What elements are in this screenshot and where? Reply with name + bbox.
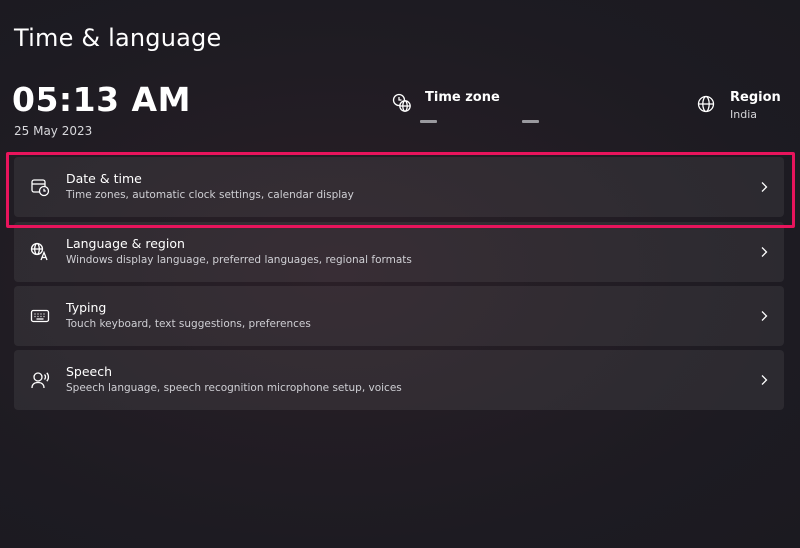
language-icon	[30, 242, 48, 261]
typing-title: Typing	[66, 300, 107, 315]
page-title: Time & language	[14, 24, 222, 52]
globe-clock-icon	[392, 93, 411, 112]
speech-title: Speech	[66, 364, 113, 379]
region-label: Region	[730, 90, 781, 105]
chevron-right-icon	[761, 182, 768, 192]
keyboard-icon	[30, 309, 50, 323]
clock-time: 05:13 AM	[12, 80, 191, 119]
time-zone-placeholder-bar	[420, 120, 437, 123]
chevron-right-icon	[761, 311, 768, 321]
time-zone-label: Time zone	[425, 90, 500, 105]
typing-setting[interactable]: Typing Touch keyboard, text suggestions,…	[14, 286, 784, 346]
calendar-clock-icon	[31, 179, 50, 197]
language-region-setting[interactable]: Language & region Windows display langua…	[14, 222, 784, 282]
time-zone-placeholder-bar	[522, 120, 539, 123]
date-time-title: Date & time	[66, 171, 142, 186]
region-summary: Region India	[697, 90, 797, 126]
speech-setting[interactable]: Speech Speech language, speech recogniti…	[14, 350, 784, 410]
globe-icon	[697, 95, 715, 113]
date-time-subtitle: Time zones, automatic clock settings, ca…	[66, 189, 354, 201]
typing-subtitle: Touch keyboard, text suggestions, prefer…	[66, 318, 311, 330]
speech-icon	[31, 372, 50, 389]
language-region-subtitle: Windows display language, preferred lang…	[66, 254, 412, 266]
region-value: India	[730, 108, 757, 121]
clock-date: 25 May 2023	[14, 124, 93, 138]
language-region-title: Language & region	[66, 236, 185, 251]
chevron-right-icon	[761, 375, 768, 385]
speech-subtitle: Speech language, speech recognition micr…	[66, 382, 402, 394]
chevron-right-icon	[761, 247, 768, 257]
time-zone-summary: Time zone	[392, 90, 552, 130]
date-time-setting[interactable]: Date & time Time zones, automatic clock …	[14, 157, 784, 217]
